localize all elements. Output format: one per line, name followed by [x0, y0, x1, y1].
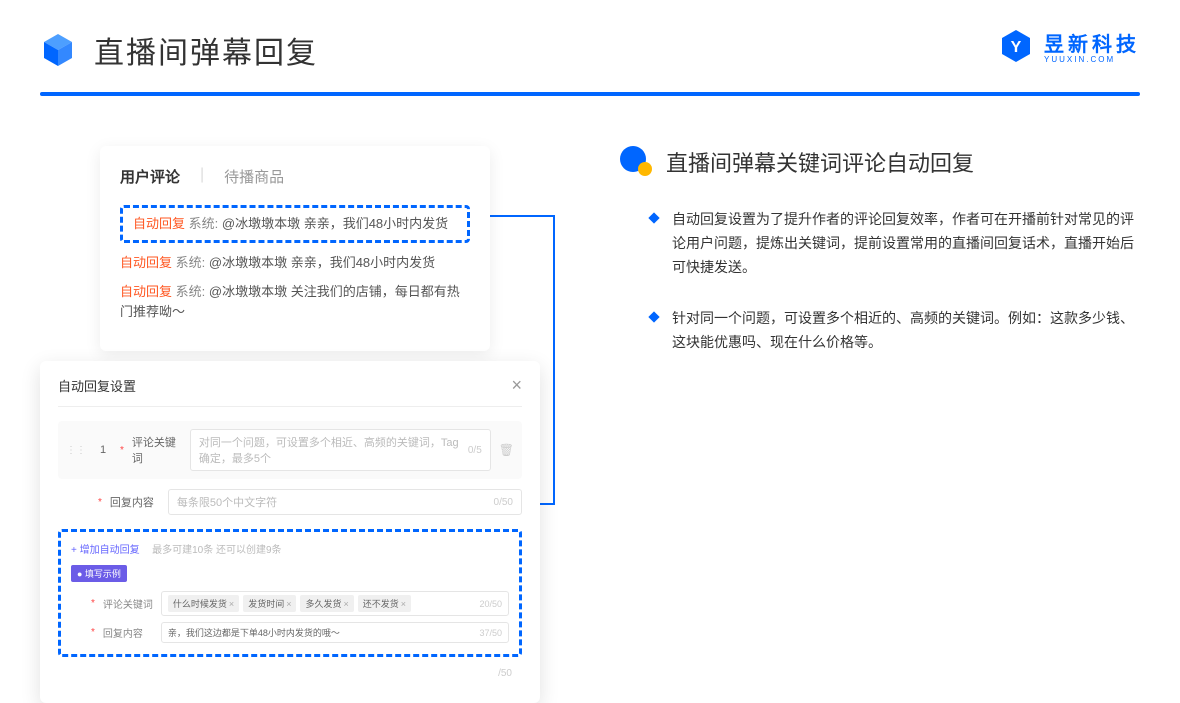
example-tags-input[interactable]: 什么时候发货× 发货时间× 多久发货× 还不发货× 20/50: [161, 591, 509, 616]
form-row: ⋮⋮ 1 * 评论关键词 对同一个问题，可设置多个相近、高频的关键词，Tag确定…: [58, 421, 522, 479]
bullet-item: 针对同一个问题，可设置多个相近的、高频的关键词。例如：这款多少钱、这块能优惠吗、…: [620, 307, 1140, 355]
tag-item[interactable]: 发货时间×: [243, 595, 296, 612]
keyword-input[interactable]: 对同一个问题，可设置多个相近、高频的关键词，Tag确定，最多5个0/5: [190, 429, 491, 471]
field-label: 评论关键词: [132, 434, 182, 466]
add-reply-link[interactable]: + 增加自动回复: [71, 545, 140, 556]
sequence-number: 1: [94, 444, 112, 456]
example-highlight: + 增加自动回复 最多可建10条 还可以创建9条 ● 填写示例 * 评论关键词 …: [58, 529, 522, 657]
bullet-item: 自动回复设置为了提升作者的评论回复效率，作者可在开播前针对常见的评论用户问题，提…: [620, 208, 1140, 279]
tab-comments[interactable]: 用户评论: [120, 166, 180, 187]
system-tag: 系统:: [176, 284, 206, 299]
connector-line: [485, 215, 555, 217]
auto-reply-tag: 自动回复: [133, 216, 185, 231]
drag-handle-icon[interactable]: ⋮⋮: [66, 445, 86, 456]
delete-icon[interactable]: 🗑: [499, 443, 514, 457]
page-title: 直播间弹幕回复: [94, 28, 318, 72]
tag-item[interactable]: 什么时候发货×: [168, 595, 239, 612]
required-marker: *: [120, 445, 124, 456]
diamond-icon: [648, 312, 659, 323]
tab-divider: |: [200, 166, 204, 187]
bullet-text: 针对同一个问题，可设置多个相近的、高频的关键词。例如：这款多少钱、这块能优惠吗、…: [672, 307, 1140, 355]
auto-reply-tag: 自动回复: [120, 255, 172, 270]
example-content-input[interactable]: 亲，我们这边都是下单48小时内发货的哦～37/50: [161, 622, 509, 643]
example-badge: ● 填写示例: [71, 565, 127, 582]
highlighted-reply: 自动回复 系统: @冰墩墩本墩 亲亲，我们48小时内发货: [120, 205, 470, 243]
brand-logo-block: Y 昱新科技 YUUXIN.COM: [998, 28, 1140, 64]
brand-name: 昱新科技: [1044, 28, 1140, 57]
footer-count: /50: [498, 668, 512, 679]
settings-title: 自动回复设置: [58, 376, 136, 395]
svg-text:Y: Y: [1011, 39, 1022, 56]
required-marker: *: [98, 497, 102, 508]
add-hint: 最多可建10条 还可以创建9条: [152, 545, 281, 556]
settings-card: 自动回复设置 × ⋮⋮ 1 * 评论关键词 对同一个问题，可设置多个相近、高频的…: [40, 361, 540, 703]
field-label: 评论关键词: [103, 596, 153, 611]
required-marker: *: [91, 598, 95, 609]
required-marker: *: [91, 627, 95, 638]
reply-text: @冰墩墩本墩 亲亲，我们48小时内发货: [209, 255, 435, 270]
reply-text: @冰墩墩本墩 亲亲，我们48小时内发货: [222, 216, 448, 231]
cube-icon: [40, 32, 76, 68]
tag-item[interactable]: 多久发货×: [300, 595, 353, 612]
brand-icon: Y: [998, 28, 1034, 64]
section-title: 直播间弹幕关键词评论自动回复: [666, 146, 974, 178]
system-tag: 系统:: [189, 216, 219, 231]
system-tag: 系统:: [176, 255, 206, 270]
tab-products[interactable]: 待播商品: [224, 166, 284, 187]
field-label: 回复内容: [103, 625, 153, 640]
close-icon[interactable]: ×: [511, 375, 522, 396]
bubble-icon: [620, 146, 652, 178]
connector-line: [553, 215, 555, 505]
content-input[interactable]: 每条限50个中文字符0/50: [168, 489, 522, 515]
tag-item[interactable]: 还不发货×: [358, 595, 411, 612]
comments-card: 用户评论 | 待播商品 自动回复 系统: @冰墩墩本墩 亲亲，我们48小时内发货…: [100, 146, 490, 351]
bullet-text: 自动回复设置为了提升作者的评论回复效率，作者可在开播前针对常见的评论用户问题，提…: [672, 208, 1140, 279]
field-label: 回复内容: [110, 494, 160, 510]
diamond-icon: [648, 212, 659, 223]
auto-reply-tag: 自动回复: [120, 284, 172, 299]
